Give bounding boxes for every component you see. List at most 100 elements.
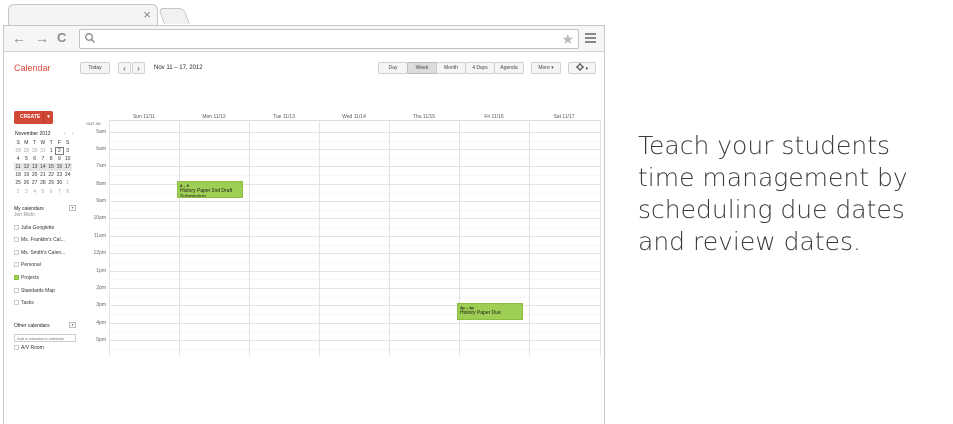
calendar-item[interactable]: A/V Room — [14, 345, 44, 352]
mini-day[interactable]: 21 — [39, 171, 47, 179]
mini-day[interactable]: 2 — [55, 147, 64, 156]
mini-day[interactable]: 5 — [22, 155, 30, 163]
view-week-button[interactable]: Week — [407, 62, 437, 74]
hour-label: 7am — [96, 163, 106, 169]
mini-day[interactable]: 20 — [31, 171, 39, 179]
bookmark-star-icon[interactable]: ★ — [561, 31, 574, 47]
mini-day[interactable]: 25 — [14, 179, 22, 187]
calendar-item[interactable]: Jon Rishi — [14, 212, 35, 219]
calendar-color-swatch — [14, 345, 19, 350]
mini-day[interactable]: 13 — [30, 163, 39, 172]
mini-day[interactable]: 10 — [64, 155, 72, 163]
create-button[interactable]: CREATE ▾ — [14, 111, 53, 124]
calendar-item[interactable]: Ms. Franklin's Cal... — [14, 237, 65, 244]
mini-day[interactable]: 30 — [31, 147, 39, 155]
view-4days-button[interactable]: 4 Days — [465, 62, 495, 74]
hour-gridline — [109, 288, 601, 289]
other-calendars-header[interactable]: Other calendars — [14, 323, 50, 329]
mini-day[interactable]: 9 — [55, 155, 63, 163]
mini-day[interactable]: 4 — [14, 155, 22, 163]
create-label: CREATE — [20, 114, 41, 120]
mini-day[interactable]: 27 — [31, 179, 39, 187]
mini-next-icon[interactable]: › — [72, 131, 74, 137]
hour-gridline — [109, 149, 601, 150]
mini-day[interactable]: 28 — [39, 179, 47, 187]
hour-label: 11am — [93, 233, 106, 239]
mini-day[interactable]: 12 — [22, 163, 31, 172]
view-day-button[interactable]: Day — [378, 62, 408, 74]
mini-day[interactable]: 7 — [39, 155, 47, 163]
mini-day[interactable]: 24 — [64, 171, 72, 179]
more-button[interactable]: More ▾ — [531, 62, 561, 74]
menu-icon[interactable] — [585, 33, 596, 45]
mini-day[interactable]: 29 — [22, 147, 30, 155]
mini-week-row: 28 29 30 31 1 2 3 — [14, 147, 80, 156]
mini-day[interactable]: 8 — [64, 188, 72, 196]
mini-day[interactable]: 17 — [63, 163, 72, 172]
view-agenda-button[interactable]: Agenda — [494, 62, 524, 74]
event-history-paper-draft[interactable]: 8 – 9 History Paper 2nd Draft Submission — [177, 181, 243, 198]
address-bar[interactable]: ★ — [79, 29, 579, 49]
calendar-item[interactable]: Ms. Smith's Calen... — [14, 250, 65, 257]
calendar-item-projects[interactable]: Projects — [14, 275, 39, 282]
tab-close-icon[interactable]: × — [143, 8, 151, 22]
calendar-color-swatch — [14, 262, 19, 267]
half-hour-gridline — [109, 210, 601, 211]
mini-week-row: 4 5 6 7 8 9 10 — [14, 155, 80, 163]
view-month-button[interactable]: Month — [436, 62, 466, 74]
mini-day[interactable]: 31 — [39, 147, 47, 155]
browser-tab[interactable]: × — [8, 4, 158, 26]
create-dropdown-caret-icon[interactable]: ▾ — [43, 111, 53, 124]
mini-day[interactable]: 7 — [55, 188, 63, 196]
mini-day[interactable]: 29 — [47, 179, 55, 187]
mini-prev-icon[interactable]: ‹ — [64, 131, 66, 137]
day-gridline — [319, 120, 320, 356]
mini-day[interactable]: 6 — [31, 155, 39, 163]
mini-day[interactable]: 4 — [31, 188, 39, 196]
mini-day[interactable]: 19 — [22, 171, 30, 179]
next-week-button[interactable]: › — [132, 62, 145, 74]
calendar-item[interactable]: Tasks — [14, 300, 34, 307]
calendar-item[interactable]: Standards Map — [14, 288, 55, 295]
mini-week-row-selected: 11 12 13 14 15 16 17 — [14, 163, 80, 172]
mini-day[interactable]: 18 — [14, 171, 22, 179]
mini-weekday: W — [40, 140, 46, 146]
mini-day[interactable]: 8 — [47, 155, 55, 163]
add-coworker-calendar-input[interactable] — [14, 334, 76, 342]
mini-day[interactable]: 2 — [14, 188, 22, 196]
back-arrow-icon[interactable]: ← — [12, 30, 26, 46]
mini-day[interactable]: 14 — [38, 163, 47, 172]
event-history-paper-due[interactable]: 3p – 4p History Paper Due — [457, 303, 523, 320]
mini-day[interactable]: 6 — [47, 188, 55, 196]
mini-day[interactable]: 23 — [55, 171, 63, 179]
calendar-item[interactable]: Personal — [14, 262, 41, 269]
today-button[interactable]: Today — [80, 62, 110, 74]
mini-day[interactable]: 1 — [64, 179, 72, 187]
mini-day[interactable]: 26 — [22, 179, 30, 187]
mini-day[interactable]: 28 — [14, 147, 22, 155]
mini-day[interactable]: 15 — [47, 163, 56, 172]
mini-day[interactable]: 22 — [47, 171, 55, 179]
mini-day[interactable]: 5 — [39, 188, 47, 196]
my-calendars-toggle-icon[interactable]: ▾ — [69, 205, 76, 211]
new-tab-button[interactable] — [158, 8, 190, 24]
mini-day[interactable]: 11 — [14, 163, 23, 172]
day-gridline — [249, 120, 250, 356]
forward-arrow-icon[interactable]: → — [35, 30, 49, 46]
mini-day[interactable]: 1 — [47, 147, 55, 155]
reload-icon[interactable]: C — [57, 30, 66, 46]
week-grid[interactable] — [109, 120, 601, 356]
mini-day[interactable]: 3 — [64, 147, 72, 155]
mini-calendar-title: November 2012 — [15, 131, 51, 137]
prev-week-button[interactable]: ‹ — [118, 62, 131, 74]
mini-day[interactable]: 16 — [55, 163, 64, 172]
other-calendars-toggle-icon[interactable]: ▾ — [69, 322, 76, 328]
address-input[interactable] — [100, 31, 550, 47]
app-title: Calendar — [14, 63, 51, 73]
calendar-item[interactable]: Julia Googlette — [14, 225, 54, 232]
mini-day[interactable]: 3 — [22, 188, 30, 196]
mini-day[interactable]: 30 — [55, 179, 63, 187]
gear-icon — [576, 63, 585, 71]
calendar-color-swatch — [14, 300, 19, 305]
settings-button[interactable]: ▾ — [568, 62, 596, 74]
